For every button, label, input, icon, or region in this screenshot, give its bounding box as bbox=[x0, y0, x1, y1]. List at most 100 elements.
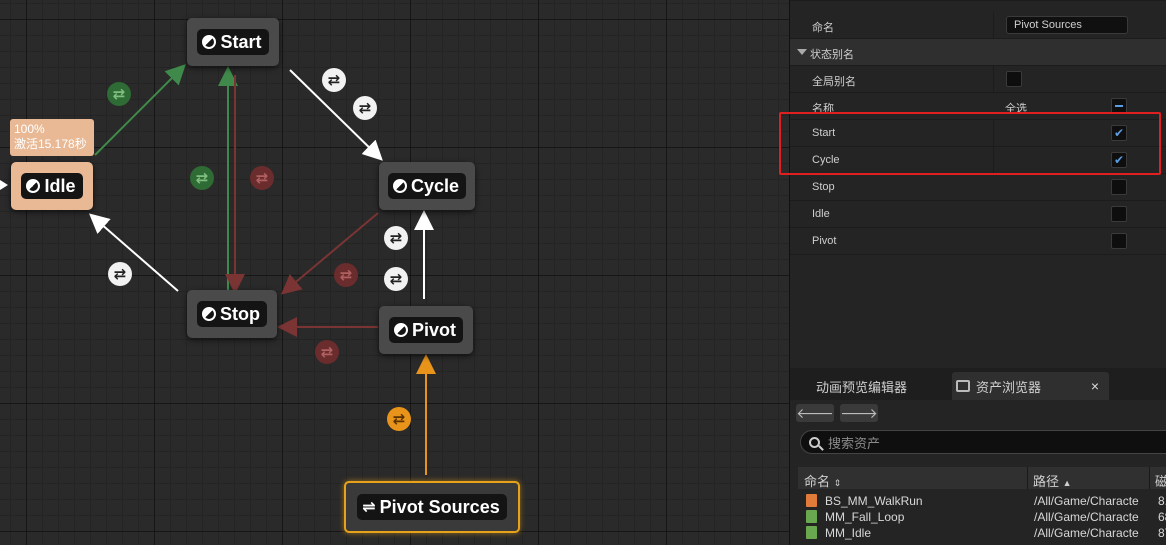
column-name-label: 命名 bbox=[804, 474, 831, 489]
asset-name: MM_Fall_Loop bbox=[825, 510, 905, 524]
blendspace-asset-icon bbox=[806, 494, 817, 507]
entry-arrow bbox=[0, 180, 8, 190]
state-machine-graph[interactable]: ⇄ ⇄ ⇄ ⇄ ⇄ ⇄ ⇄ ⇄ ⇄ ⇄ ⇄ Start Idle Cycle S… bbox=[0, 0, 789, 545]
node-title: Cycle bbox=[387, 173, 467, 199]
asset-row[interactable]: BS_MM_WalkRun /All/Game/Characte 8. bbox=[798, 493, 1166, 509]
state-checkbox-idle[interactable] bbox=[1111, 206, 1127, 222]
transition-rule-icon[interactable]: ⇄ bbox=[315, 340, 339, 364]
state-checkbox-pivot[interactable] bbox=[1111, 233, 1127, 249]
search-placeholder: 搜索资产 bbox=[828, 435, 881, 451]
edge-stop-idle bbox=[88, 213, 179, 292]
node-title: Pivot bbox=[388, 317, 463, 343]
annotation-highlight-box bbox=[779, 112, 1161, 175]
asset-name: BS_MM_WalkRun bbox=[825, 494, 923, 508]
state-node-idle[interactable]: Idle bbox=[11, 162, 93, 210]
tooltip-active-time: 激活15.178秒 bbox=[14, 137, 87, 151]
state-label: Pivot bbox=[812, 235, 837, 247]
transition-rule-icon[interactable]: ⇄ bbox=[107, 82, 131, 106]
state-node-start[interactable]: Start bbox=[187, 18, 279, 66]
sort-ascending-icon: ▲ bbox=[1062, 478, 1072, 488]
animation-asset-icon bbox=[806, 510, 817, 523]
column-path-label: 路径 bbox=[1033, 474, 1060, 489]
state-icon bbox=[393, 323, 408, 337]
asset-name: MM_Idle bbox=[825, 526, 872, 540]
asset-column-header: 命名 ⇕ 路径 ▲ 磁 bbox=[798, 467, 1166, 489]
state-icon bbox=[202, 307, 216, 321]
transition-rule-icon[interactable]: ⇄ bbox=[353, 96, 377, 120]
state-node-stop[interactable]: Stop bbox=[187, 290, 277, 338]
state-icon bbox=[392, 179, 407, 193]
asset-path: /All/Game/Characte bbox=[1034, 510, 1139, 524]
details-panel: 命名 Pivot Sources 状态别名 全局别名 名称 全选 Start ✔… bbox=[789, 0, 1166, 368]
column-separator[interactable] bbox=[1149, 467, 1150, 489]
search-icon bbox=[809, 436, 820, 448]
indeterminate-icon bbox=[1115, 105, 1123, 107]
asset-path: /All/Game/Characte bbox=[1034, 526, 1139, 540]
tab-animation-preview[interactable]: 动画预览编辑器 bbox=[798, 372, 915, 400]
idle-state-tooltip: 100% 激活15.178秒 bbox=[10, 119, 94, 156]
global-alias-checkbox[interactable] bbox=[1006, 71, 1022, 87]
alias-icon: ⇌ bbox=[362, 499, 376, 516]
transition-rule-icon[interactable]: ⇄ bbox=[334, 263, 358, 287]
animation-asset-icon bbox=[806, 526, 817, 539]
tab-label: 资产浏览器 bbox=[976, 379, 1042, 395]
forward-button[interactable]: 🡒 bbox=[840, 404, 878, 422]
node-label: Pivot bbox=[411, 319, 456, 340]
column-divider bbox=[993, 66, 994, 92]
state-icon bbox=[202, 35, 217, 49]
node-label: Start bbox=[220, 31, 262, 52]
state-row-pivot: Pivot bbox=[790, 228, 1166, 255]
state-node-cycle[interactable]: Cycle bbox=[379, 162, 475, 210]
column-disk-size[interactable]: 磁 bbox=[1155, 471, 1166, 490]
transition-rule-icon[interactable]: ⇄ bbox=[250, 166, 274, 190]
state-label: Stop bbox=[812, 181, 835, 193]
state-icon bbox=[26, 179, 41, 193]
asset-browser: 🡐 🡒 搜索资产 命名 ⇕ 路径 ▲ 磁 BS_MM_WalkRun /All/… bbox=[790, 400, 1166, 545]
name-label: 命名 bbox=[812, 22, 834, 34]
asset-row[interactable]: MM_Idle /All/Game/Characte 87 bbox=[798, 525, 1166, 541]
transition-rule-icon[interactable]: ⇄ bbox=[108, 262, 132, 286]
back-button[interactable]: 🡐 bbox=[796, 404, 834, 422]
asset-size: 68 bbox=[1158, 510, 1166, 524]
node-title: ⇌ Pivot Sources bbox=[357, 494, 507, 520]
bottom-panel: 动画预览编辑器 资产浏览器 × 🡐 🡒 搜索资产 命名 ⇕ 路径 ▲ 磁 BS_… bbox=[789, 368, 1166, 545]
asset-size: 8. bbox=[1158, 494, 1166, 508]
column-separator[interactable] bbox=[1027, 467, 1028, 489]
transition-rule-icon[interactable]: ⇄ bbox=[384, 226, 408, 250]
asset-size: 87 bbox=[1158, 526, 1166, 540]
node-label: Idle bbox=[44, 175, 76, 196]
column-name[interactable]: 命名 ⇕ bbox=[804, 471, 841, 490]
asset-path: /All/Game/Characte bbox=[1034, 494, 1139, 508]
transition-rule-icon[interactable]: ⇄ bbox=[384, 267, 408, 291]
close-icon[interactable]: × bbox=[1091, 378, 1099, 394]
edge-cycle-stop bbox=[280, 212, 379, 295]
state-row-idle: Idle bbox=[790, 201, 1166, 228]
tooltip-weight: 100% bbox=[14, 122, 45, 136]
global-alias-label: 全局别名 bbox=[812, 76, 856, 88]
state-node-pivot[interactable]: Pivot bbox=[379, 306, 473, 354]
node-label: Cycle bbox=[410, 175, 460, 196]
column-divider bbox=[993, 12, 994, 38]
state-alias-category[interactable]: 状态别名 bbox=[790, 39, 1166, 66]
asset-row[interactable]: MM_Fall_Loop /All/Game/Characte 68 bbox=[798, 509, 1166, 525]
asset-browser-icon bbox=[956, 380, 970, 392]
state-alias-node-pivot-sources[interactable]: ⇌ Pivot Sources bbox=[344, 481, 520, 533]
name-row: 命名 Pivot Sources bbox=[790, 12, 1166, 39]
name-field[interactable]: Pivot Sources bbox=[1006, 16, 1128, 34]
transition-rule-icon[interactable]: ⇄ bbox=[190, 166, 214, 190]
node-title: Start bbox=[197, 29, 269, 55]
state-row-stop: Stop bbox=[790, 174, 1166, 201]
state-checkbox-stop[interactable] bbox=[1111, 179, 1127, 195]
edge-idle-start bbox=[94, 64, 186, 156]
node-label: Stop bbox=[220, 303, 260, 324]
global-alias-row: 全局别名 bbox=[790, 66, 1166, 93]
transition-rule-icon[interactable]: ⇄ bbox=[387, 407, 411, 431]
transition-rule-icon[interactable]: ⇄ bbox=[322, 68, 346, 92]
collapse-arrow-icon bbox=[797, 49, 807, 55]
column-path[interactable]: 路径 ▲ bbox=[1033, 471, 1072, 490]
search-input[interactable]: 搜索资产 bbox=[800, 430, 1166, 454]
category-label: 状态别名 bbox=[810, 49, 854, 61]
state-label: Idle bbox=[812, 208, 830, 220]
tab-asset-browser[interactable]: 资产浏览器 × bbox=[952, 372, 1109, 400]
node-title: Stop bbox=[197, 301, 267, 327]
